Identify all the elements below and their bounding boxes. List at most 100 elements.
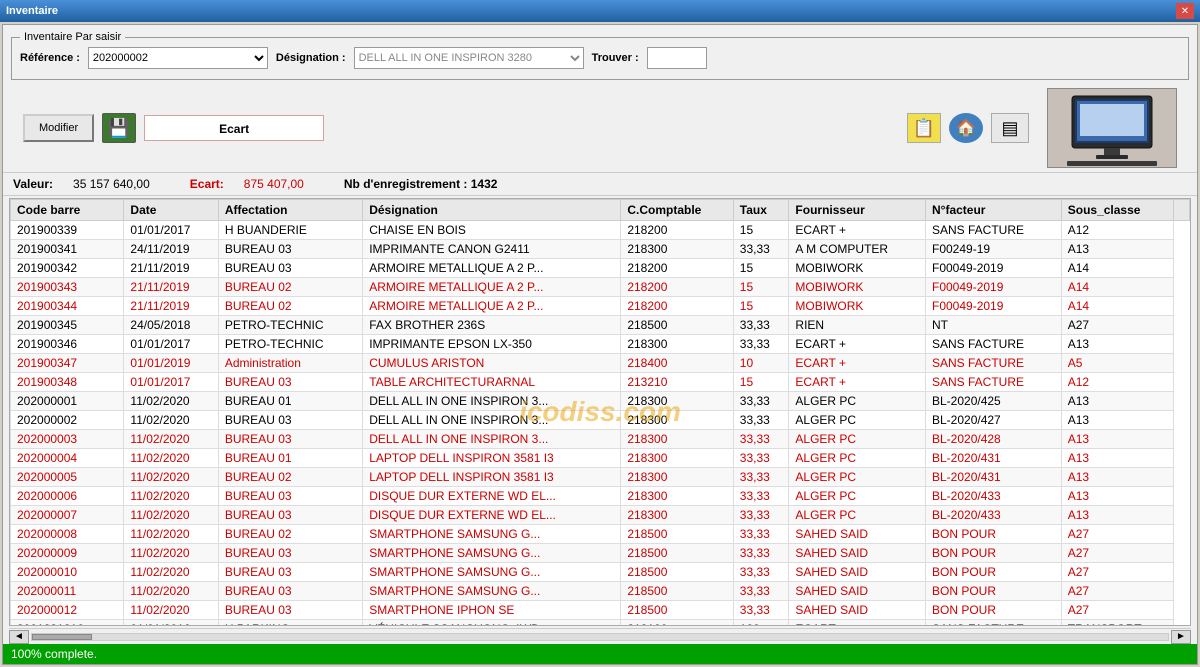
cell-ccomptable: 218300 bbox=[621, 487, 733, 506]
table-body: 20190033901/01/2017H BUANDERIECHAISE EN … bbox=[11, 221, 1190, 627]
trouver-input[interactable]: 0 bbox=[647, 47, 707, 69]
cell-fournisseur: MOBIWORK bbox=[789, 297, 926, 316]
cell-affectation: BUREAU 03 bbox=[218, 601, 362, 620]
cell-fournisseur: SAHED SAID bbox=[789, 544, 926, 563]
ecart-label: Ecart: bbox=[190, 177, 224, 191]
cell-date: 21/11/2019 bbox=[124, 259, 218, 278]
cell-ccomptable: 218300 bbox=[621, 240, 733, 259]
home-button[interactable]: 🏠 bbox=[949, 113, 983, 143]
cell-nfacteur: SANS FACTURE bbox=[926, 620, 1062, 627]
cell-fournisseur: SAHED SAID bbox=[789, 582, 926, 601]
table-row: 20200000811/02/2020BUREAU 02SMARTPHONE S… bbox=[11, 525, 1190, 544]
cell-designation: IMPRIMANTE EPSON LX-350 bbox=[363, 335, 621, 354]
cell-affectation: BUREAU 03 bbox=[218, 411, 362, 430]
cell-date: 01/01/2019 bbox=[124, 354, 218, 373]
cell-affectation: BUREAU 03 bbox=[218, 544, 362, 563]
cell-affectation: BUREAU 01 bbox=[218, 392, 362, 411]
scroll-right-button[interactable]: ► bbox=[1171, 630, 1191, 644]
cell-fournisseur: ECART + bbox=[789, 373, 926, 392]
table-row: 20190034701/01/2019AdministrationCUMULUS… bbox=[11, 354, 1190, 373]
cell-date: 24/05/2018 bbox=[124, 316, 218, 335]
cell-designation: SMARTPHONE IPHON SE bbox=[363, 601, 621, 620]
cell-code: 3001831216 bbox=[11, 620, 124, 627]
cell-code: 201900347 bbox=[11, 354, 124, 373]
cell-designation: FAX BROTHER 236S bbox=[363, 316, 621, 335]
table-row: 20200000611/02/2020BUREAU 03DISQUE DUR E… bbox=[11, 487, 1190, 506]
col-fournisseur: Fournisseur bbox=[789, 200, 926, 221]
cell-ccomptable: 218300 bbox=[621, 430, 733, 449]
cell-taux: 33,33 bbox=[733, 487, 789, 506]
window-title: Inventaire bbox=[6, 5, 58, 17]
table-row: 20200001111/02/2020BUREAU 03SMARTPHONE S… bbox=[11, 582, 1190, 601]
col-ccomptable: C.Comptable bbox=[621, 200, 733, 221]
cell-date: 21/11/2019 bbox=[124, 297, 218, 316]
cell-nfacteur: F00049-2019 bbox=[926, 297, 1062, 316]
cell-designation: SMARTPHONE SAMSUNG G... bbox=[363, 525, 621, 544]
table-row: 20200000511/02/2020BUREAU 02LAPTOP DELL … bbox=[11, 468, 1190, 487]
cell-code: 201900344 bbox=[11, 297, 124, 316]
table-container[interactable]: icodiss.com Code barre Date Affectation … bbox=[9, 198, 1191, 626]
cell-sous_classe: TRANSPORT bbox=[1061, 620, 1173, 627]
modifier-button[interactable]: Modifier bbox=[23, 114, 94, 142]
table-row: 20200001211/02/2020BUREAU 03SMARTPHONE I… bbox=[11, 601, 1190, 620]
desig-select[interactable]: DELL ALL IN ONE INSPIRON 3280 bbox=[354, 47, 584, 69]
table-row: 20190034524/05/2018PETRO-TECHNICFAX BROT… bbox=[11, 316, 1190, 335]
cell-affectation: BUREAU 01 bbox=[218, 449, 362, 468]
cell-taux: 33,33 bbox=[733, 506, 789, 525]
save-button[interactable]: 💾 bbox=[102, 113, 136, 143]
cell-nfacteur: BL-2020/425 bbox=[926, 392, 1062, 411]
cell-nfacteur: BL-2020/427 bbox=[926, 411, 1062, 430]
cell-sous_classe: A13 bbox=[1061, 487, 1173, 506]
cell-designation: TABLE ARCHITECTURARNAL bbox=[363, 373, 621, 392]
cell-designation: IMPRIMANTE CANON G2411 bbox=[363, 240, 621, 259]
table-row: 20190034801/01/2017BUREAU 03TABLE ARCHIT… bbox=[11, 373, 1190, 392]
cell-fournisseur: ALGER PC bbox=[789, 411, 926, 430]
cell-nfacteur: F00249-19 bbox=[926, 240, 1062, 259]
cell-sous_classe: A13 bbox=[1061, 506, 1173, 525]
cell-date: 11/02/2020 bbox=[124, 582, 218, 601]
cell-sous_classe: A27 bbox=[1061, 601, 1173, 620]
cell-affectation: H PARKING bbox=[218, 620, 362, 627]
cell-nfacteur: SANS FACTURE bbox=[926, 373, 1062, 392]
save-icon: 💾 bbox=[102, 113, 136, 143]
nb-enregistrement: Nb d'enregistrement : 1432 bbox=[344, 177, 498, 191]
cell-ccomptable: 213210 bbox=[621, 373, 733, 392]
ref-select[interactable]: 202000002 bbox=[88, 47, 268, 69]
cell-code: 202000008 bbox=[11, 525, 124, 544]
cell-designation: VÉHICULE SSANGYONG 4WD bbox=[363, 620, 621, 627]
cell-sous_classe: A12 bbox=[1061, 373, 1173, 392]
cell-nfacteur: BL-2020/431 bbox=[926, 468, 1062, 487]
cell-ccomptable: 218500 bbox=[621, 544, 733, 563]
status-text: 100% complete. bbox=[11, 647, 97, 661]
cell-fournisseur: MOBIWORK bbox=[789, 259, 926, 278]
cell-fournisseur: ALGER PC bbox=[789, 449, 926, 468]
cell-fournisseur: ALGER PC bbox=[789, 430, 926, 449]
cell-designation: DELL ALL IN ONE INSPIRON 3... bbox=[363, 392, 621, 411]
cell-fournisseur: ALGER PC bbox=[789, 487, 926, 506]
table-row: 20190034124/11/2019BUREAU 03IMPRIMANTE C… bbox=[11, 240, 1190, 259]
valeur-value: 35 157 640,00 bbox=[73, 177, 150, 191]
cell-ccomptable: 218300 bbox=[621, 411, 733, 430]
cell-code: 202000007 bbox=[11, 506, 124, 525]
cell-code: 202000003 bbox=[11, 430, 124, 449]
horizontal-scroll[interactable]: ◄ ► bbox=[9, 628, 1191, 644]
cell-sous_classe: A13 bbox=[1061, 392, 1173, 411]
cell-date: 11/02/2020 bbox=[124, 430, 218, 449]
clipboard-button[interactable]: 📋 bbox=[907, 113, 941, 143]
cell-ccomptable: 218200 bbox=[621, 297, 733, 316]
cell-affectation: BUREAU 03 bbox=[218, 259, 362, 278]
cell-sous_classe: A14 bbox=[1061, 297, 1173, 316]
scrollbar-thumb[interactable] bbox=[32, 634, 92, 640]
cell-affectation: Administration bbox=[218, 354, 362, 373]
scroll-left-button[interactable]: ◄ bbox=[9, 630, 29, 644]
barcode-button[interactable]: ▤ bbox=[991, 113, 1029, 143]
cell-date: 11/02/2020 bbox=[124, 411, 218, 430]
cell-nfacteur: BON POUR bbox=[926, 582, 1062, 601]
cell-sous_classe: A27 bbox=[1061, 316, 1173, 335]
cell-date: 11/02/2020 bbox=[124, 563, 218, 582]
cell-date: 11/02/2020 bbox=[124, 601, 218, 620]
close-button[interactable]: ✕ bbox=[1176, 3, 1194, 19]
valeur-label: Valeur: bbox=[13, 177, 53, 191]
cell-code: 201900343 bbox=[11, 278, 124, 297]
cell-sous_classe: A13 bbox=[1061, 468, 1173, 487]
